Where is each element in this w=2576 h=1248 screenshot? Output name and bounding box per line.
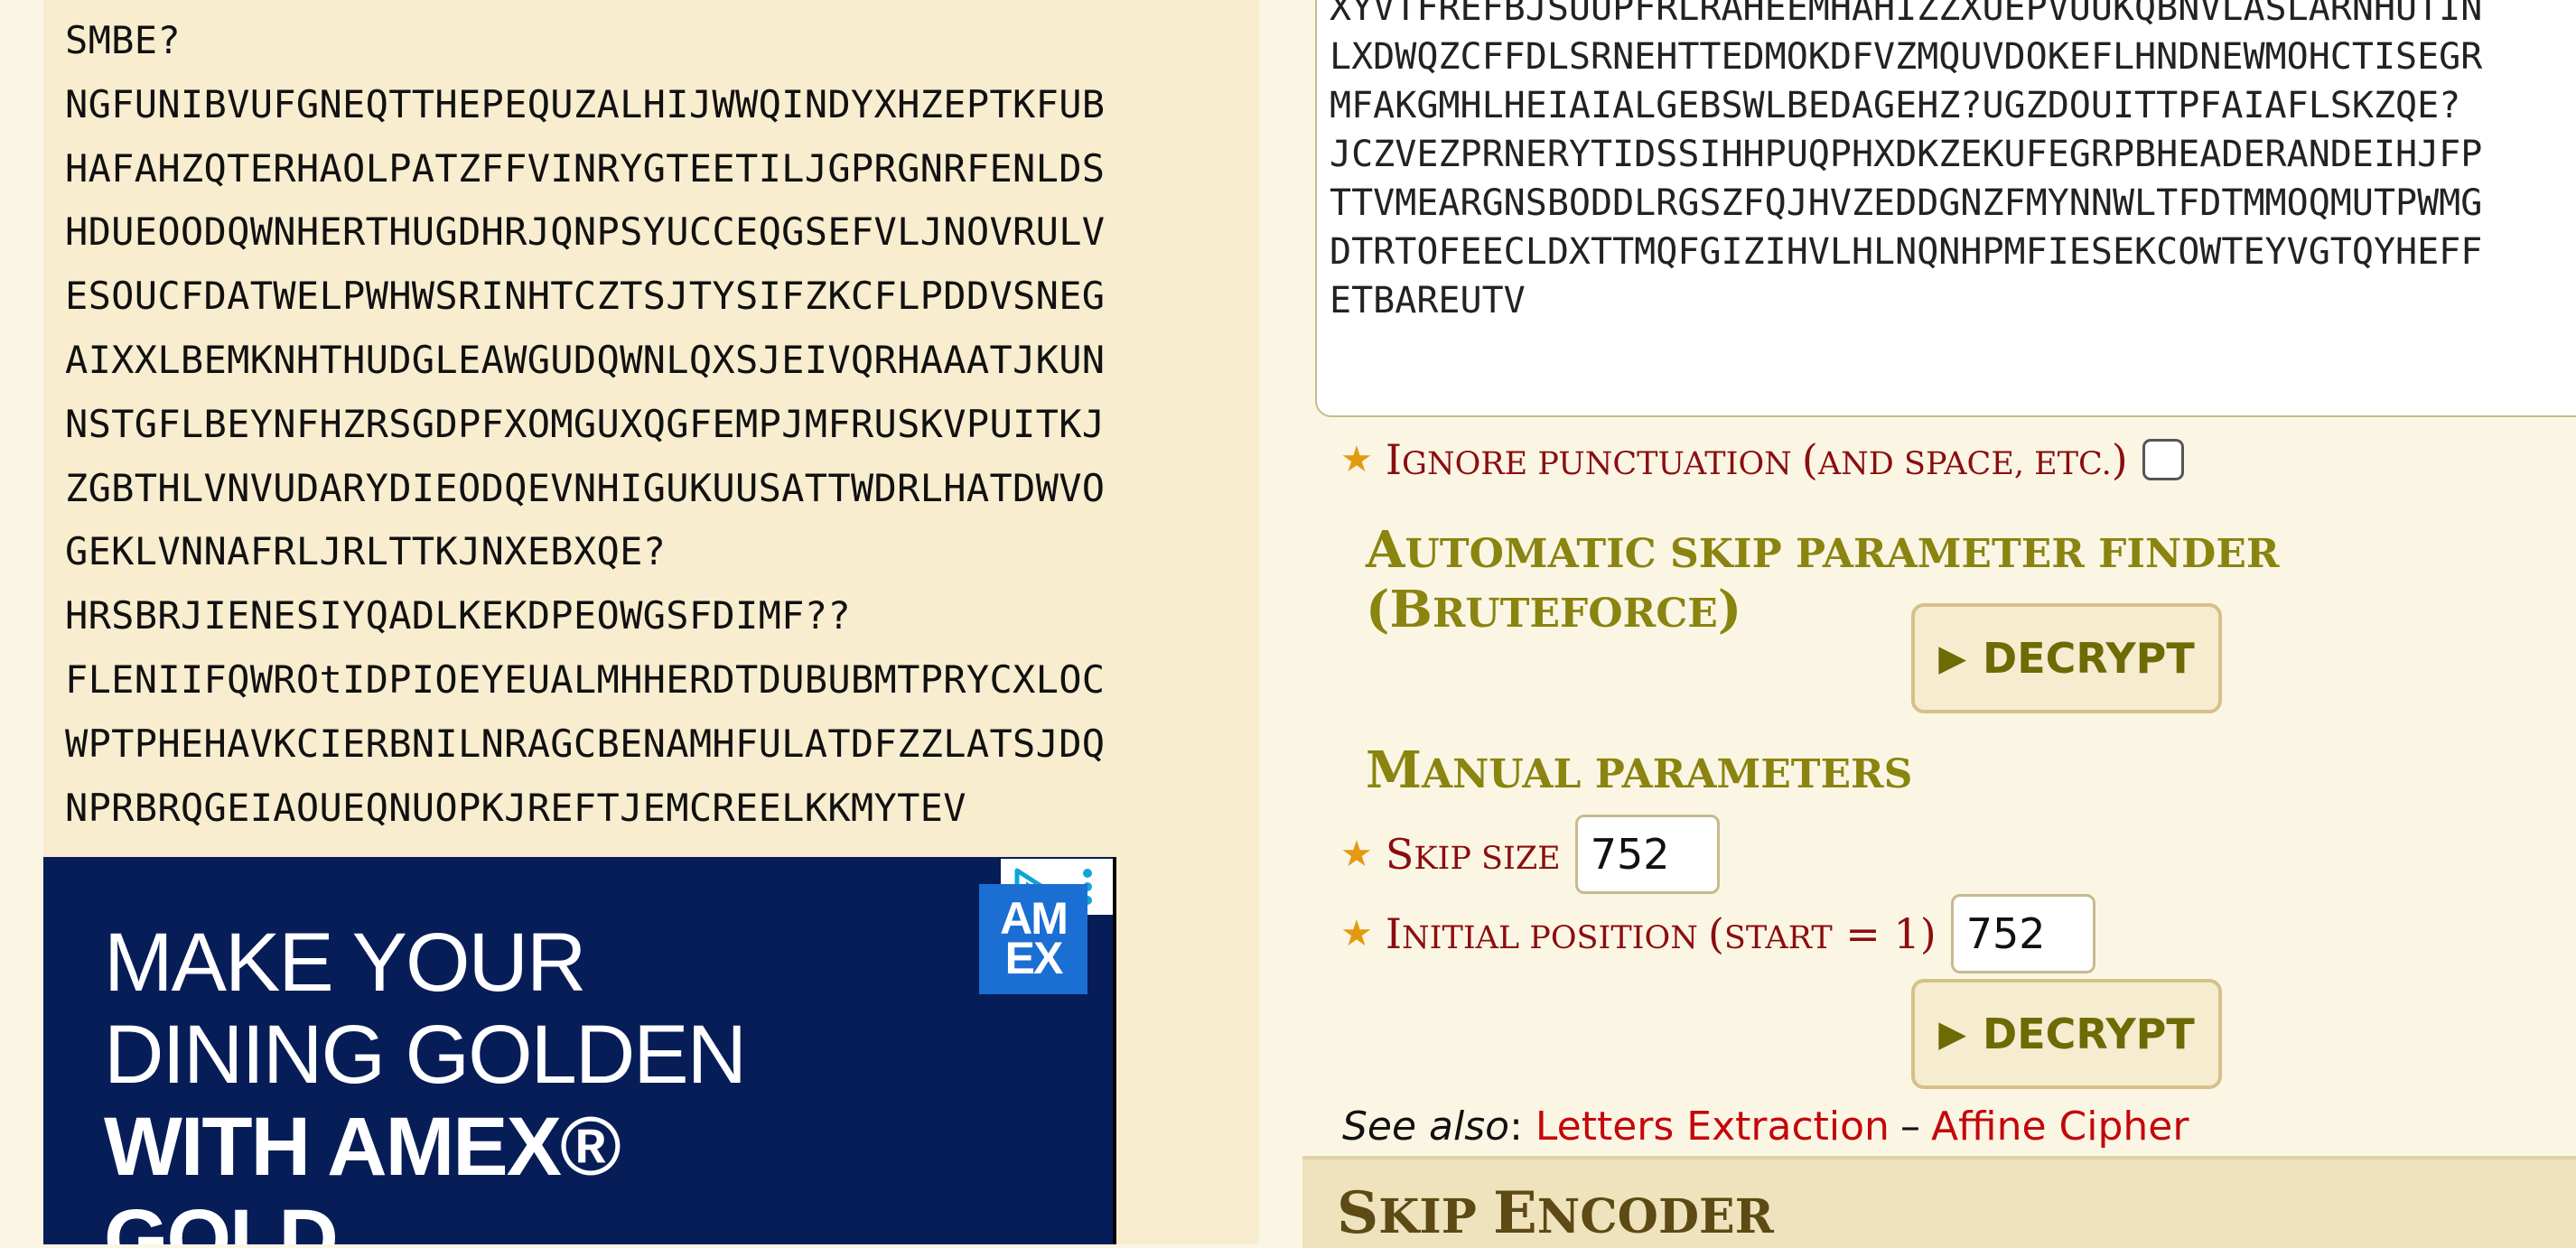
star-icon: ★ (1340, 439, 1373, 480)
skip-encoder-section[interactable]: SKIP ENCODER (1302, 1156, 2576, 1248)
see-also-separator: – (1899, 1104, 1920, 1150)
initial-position-row: ★ INITIAL POSITION (START = 1) (1340, 894, 2095, 973)
ignore-punctuation-label: IGNORE PUNCTUATION (AND SPACE, ETC.) (1385, 435, 2128, 484)
decrypt-manual-button[interactable]: ▶ DECRYPT (1911, 979, 2222, 1089)
see-also-links: See also: Letters Extraction – Affine Ciph… (1342, 1104, 2189, 1150)
skip-size-input[interactable] (1574, 815, 1720, 894)
letters-extraction-link[interactable]: Letters Extraction (1535, 1104, 1890, 1150)
advertisement-banner[interactable]: AM EX MAKE YOUR DINING GOLDEN WITH AMEX®… (43, 857, 1116, 1244)
see-also-colon: : (1509, 1104, 1523, 1150)
skip-encoder-heading: SKIP ENCODER (1337, 1179, 1774, 1247)
ignore-punctuation-option[interactable]: ★ IGNORE PUNCTUATION (AND SPACE, ETC.) (1340, 435, 2184, 484)
skip-size-row: ★ SKIP SIZE (1340, 815, 1720, 894)
see-also-label: See also (1342, 1104, 1510, 1150)
initial-position-input[interactable] (1950, 894, 2095, 973)
ad-headline: MAKE YOUR DINING GOLDEN WITH AMEX® GOLD. (104, 917, 747, 1244)
ad-line-3: WITH AMEX® (104, 1101, 621, 1193)
affine-cipher-link[interactable]: Affine Cipher (1931, 1104, 2189, 1150)
decrypt-bruteforce-button[interactable]: ▶ DECRYPT (1911, 603, 2222, 713)
ignore-punctuation-checkbox[interactable] (2142, 439, 2184, 480)
right-column: XYVTFREFBJSUUPFRLRAHEEMHAHIZZXUEPVUUKQBN… (1302, 0, 2576, 1248)
initial-position-label: INITIAL POSITION (START = 1) (1385, 909, 1937, 958)
amex-logo: AM EX (979, 884, 1087, 994)
play-icon: ▶ (1938, 1013, 1967, 1055)
ciphertext-content[interactable]: XYVTFREFBJSUUPFRLRAHEEMHAHIZZXUEPVUUKQBN… (1330, 0, 2482, 325)
star-icon: ★ (1340, 834, 1373, 875)
left-column: SMBE? NGFUNIBVUFGNEQTTHEPEQUZALHIJWWQIND… (43, 0, 1259, 1244)
play-icon: ▶ (1938, 638, 1967, 679)
ad-line-4: GOLD. (104, 1193, 359, 1244)
decrypted-result-text: SMBE? NGFUNIBVUFGNEQTTHEPEQUZALHIJWWQIND… (65, 18, 1106, 830)
manual-parameters-heading: MANUAL PARAMETERS (1366, 740, 1913, 800)
decrypt-label: DECRYPT (1983, 1010, 2195, 1058)
ad-line-1: MAKE YOUR (104, 917, 586, 1009)
skip-size-label: SKIP SIZE (1385, 830, 1561, 879)
ciphertext-textarea[interactable]: XYVTFREFBJSUUPFRLRAHEEMHAHIZZXUEPVUUKQBN… (1315, 0, 2576, 417)
decrypt-label: DECRYPT (1983, 634, 2195, 683)
amex-logo-bottom: EX (1004, 933, 1064, 983)
ad-line-2: DINING GOLDEN (104, 1009, 747, 1101)
star-icon: ★ (1340, 913, 1373, 955)
